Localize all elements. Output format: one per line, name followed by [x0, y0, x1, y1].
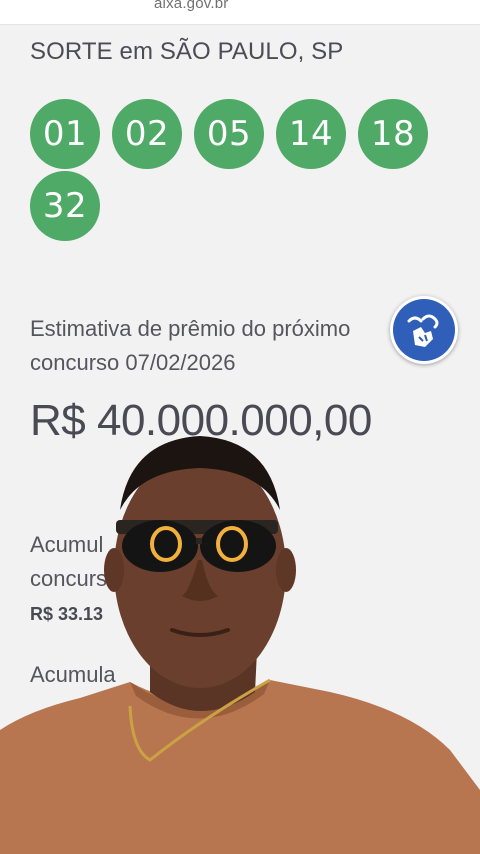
- person-overlay: [0, 436, 480, 854]
- number-ball: 32: [30, 171, 100, 241]
- number-ball: 02: [112, 99, 182, 169]
- url-text[interactable]: aixa.gov.br: [154, 0, 228, 12]
- sign-language-icon: [393, 299, 455, 361]
- winner-location: SORTE em SÃO PAULO, SP: [30, 38, 344, 65]
- browser-url-bar[interactable]: aixa.gov.br: [0, 0, 480, 25]
- sign-language-button[interactable]: [390, 296, 458, 364]
- next-prize-estimate-label: Estimativa de prêmio do próximo concurso…: [30, 316, 351, 375]
- number-ball: 05: [194, 99, 264, 169]
- number-ball: 01: [30, 99, 100, 169]
- number-ball: 14: [276, 99, 346, 169]
- number-ball: 18: [358, 99, 428, 169]
